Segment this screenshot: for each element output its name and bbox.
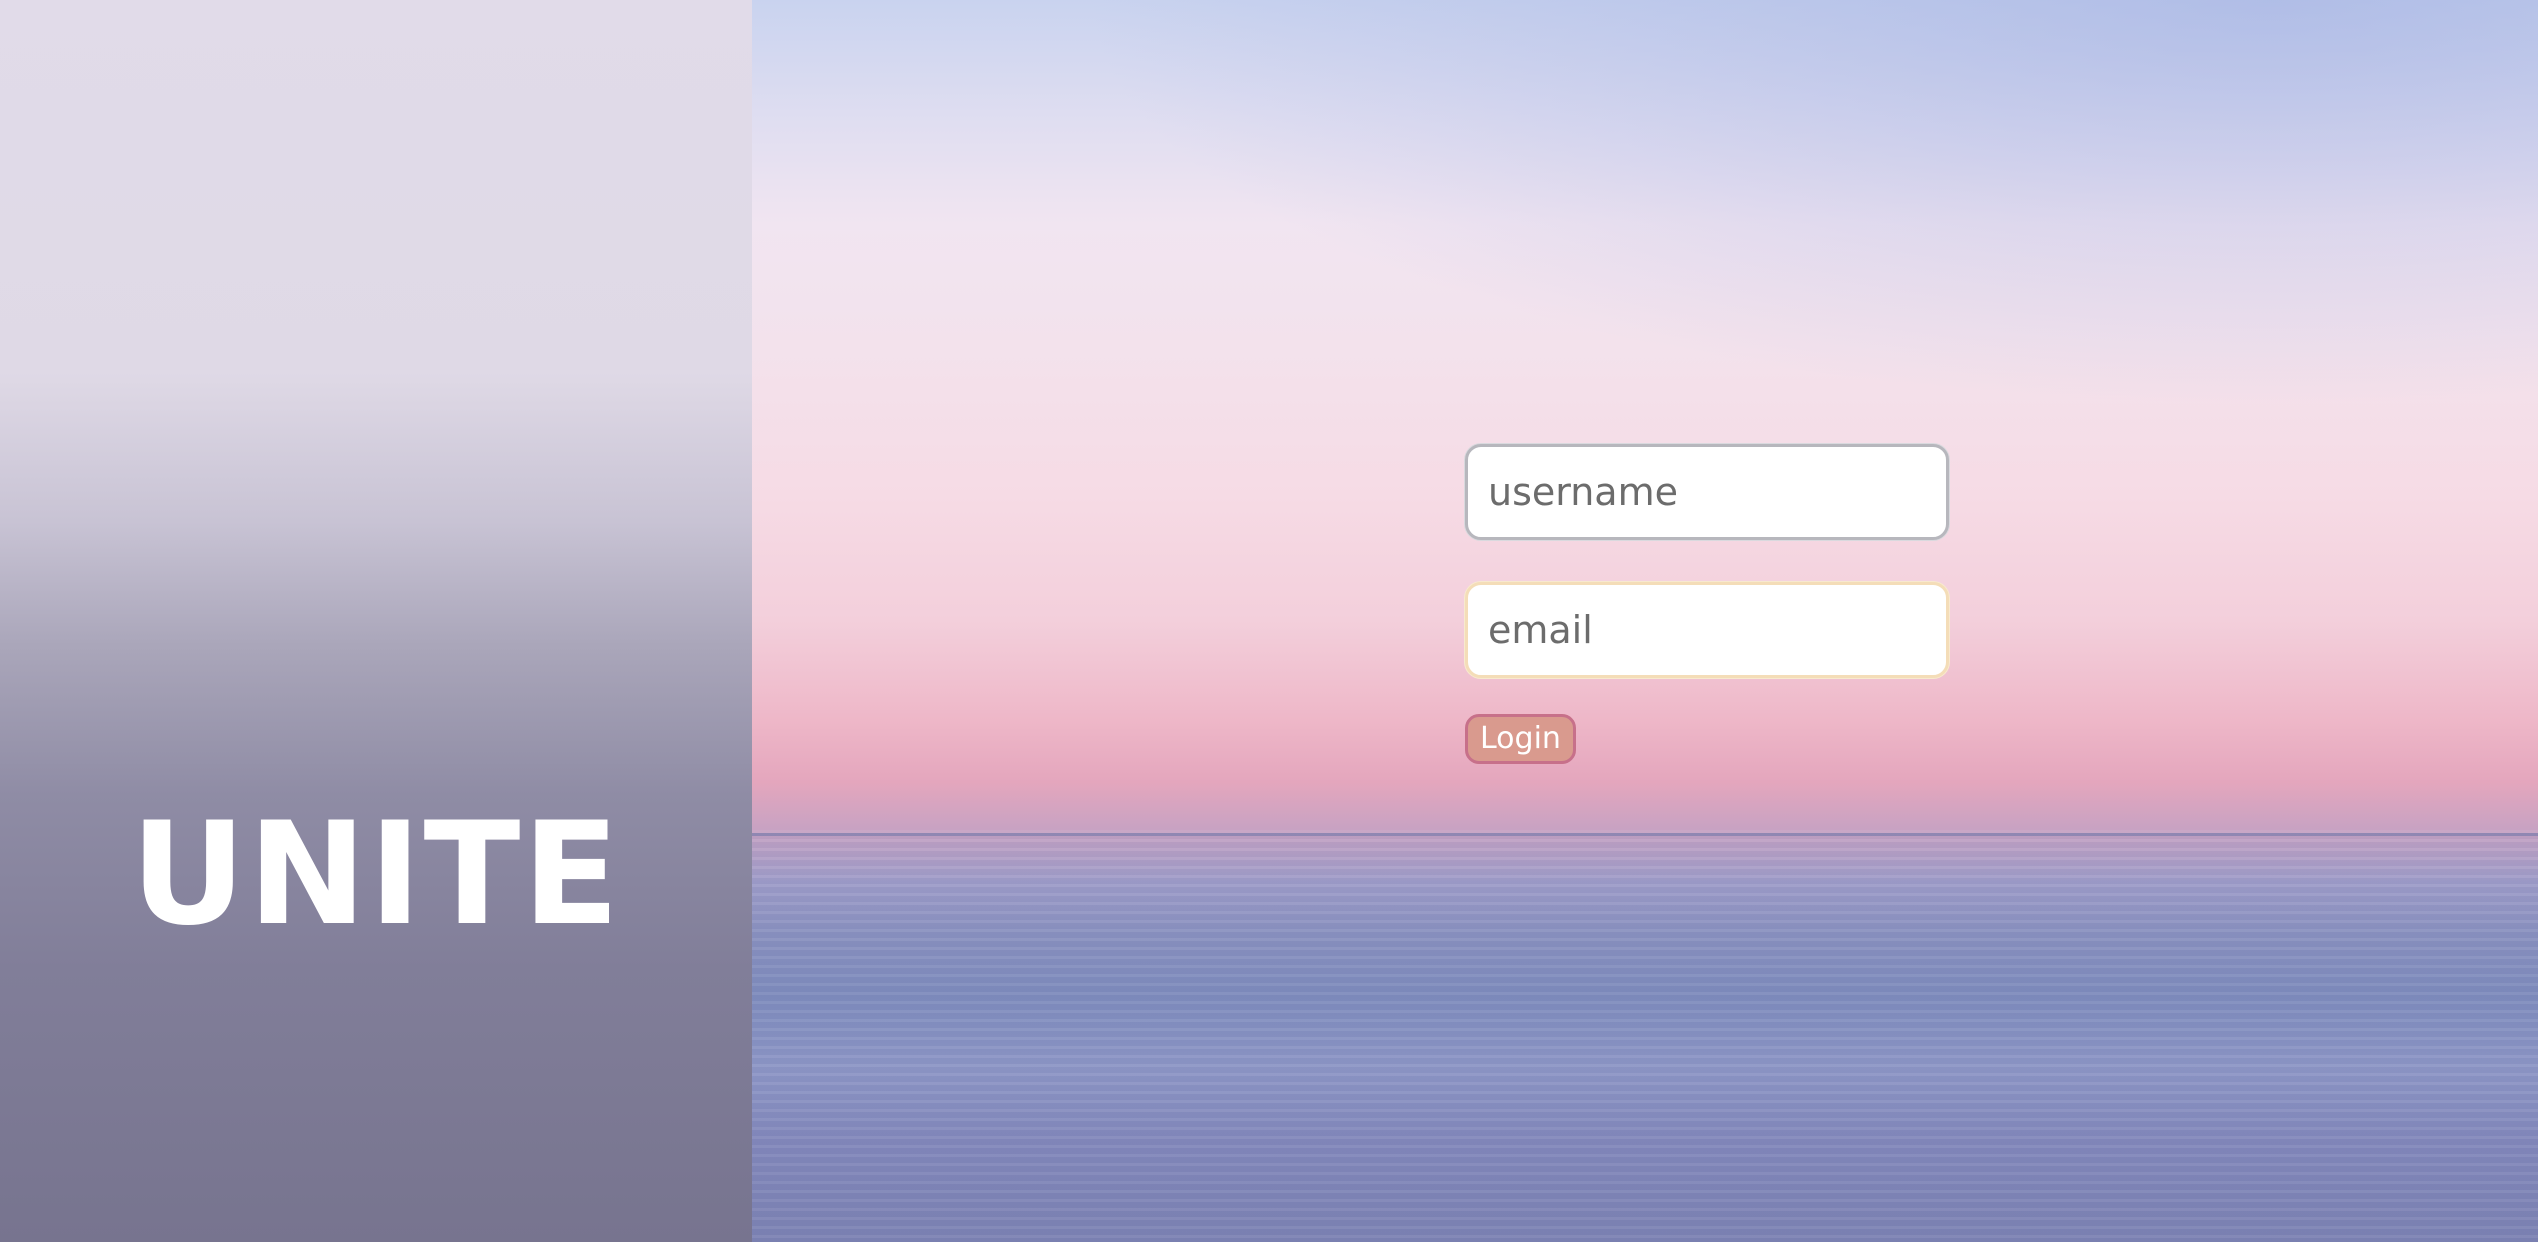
login-form: Login [1465,444,1950,764]
login-button[interactable]: Login [1465,714,1576,764]
username-input[interactable] [1465,444,1949,540]
email-input[interactable] [1465,582,1949,678]
brand-panel: UNITE [0,0,752,1242]
horizon-line [752,833,2538,836]
brand-title: UNITE [130,792,622,957]
login-page: UNITE Login [0,0,2538,1242]
